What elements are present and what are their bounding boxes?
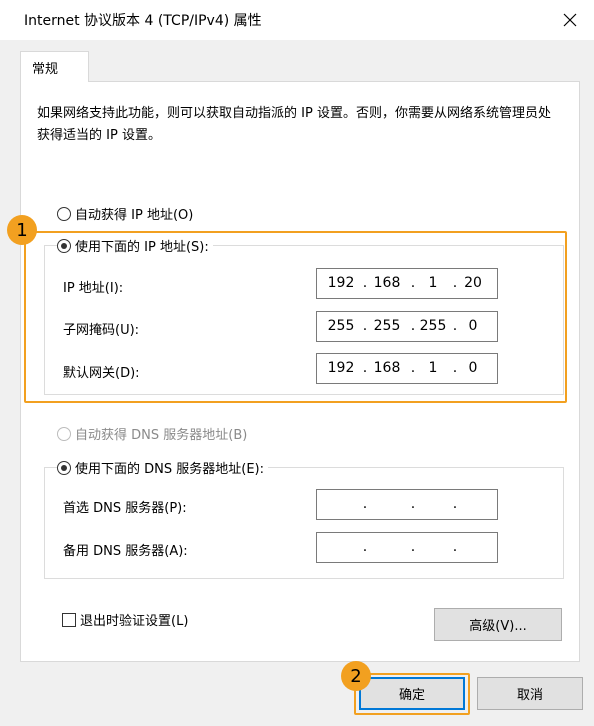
ip-manual-label: 使用下面的 IP 地址(S): <box>75 240 209 255</box>
ok-button[interactable]: 确定 <box>359 677 465 710</box>
ok-button-label: 确定 <box>398 688 425 703</box>
default-gateway-input[interactable]: 192 . 168 . 1 . 0 <box>316 353 498 384</box>
ip-dot: . <box>410 496 416 512</box>
ip-dot: . <box>362 275 368 291</box>
subnet-mask-input[interactable]: 255 . 255 . 255 . 0 <box>316 311 498 342</box>
dns-manual-label: 使用下面的 DNS 服务器地址(E): <box>75 462 264 477</box>
ip-octet: 0 <box>468 360 478 376</box>
ip-dot: . <box>362 496 368 512</box>
alternate-dns-input[interactable]: . . . <box>316 532 498 563</box>
ip-octet: 168 <box>373 360 401 376</box>
ip-octet: 255 <box>373 318 401 334</box>
dns-manual-option[interactable]: 使用下面的 DNS 服务器地址(E): <box>57 458 268 477</box>
preferred-dns-input[interactable]: . . . <box>316 489 498 520</box>
annotation-badge-1: 1 <box>7 215 37 245</box>
ip-auto-option[interactable]: 自动获得 IP 地址(O) <box>57 204 193 223</box>
validate-settings-option[interactable]: 退出时验证设置(L) <box>62 610 188 629</box>
ip-octet: 0 <box>468 318 478 334</box>
ip-octet: 255 <box>327 318 355 334</box>
description-text: 如果网络支持此功能，则可以获取自动指派的 IP 设置。否则，你需要从网络系统管理… <box>37 106 551 143</box>
cancel-button-label: 取消 <box>516 688 543 703</box>
close-button[interactable] <box>558 8 582 32</box>
ip-dot: . <box>362 539 368 555</box>
advanced-button[interactable]: 高级(V)... <box>434 608 562 641</box>
close-icon <box>563 13 577 27</box>
ip-dot: . <box>362 360 368 376</box>
default-gateway-label: 默认网关(D): <box>63 366 140 381</box>
ip-octet: 192 <box>327 275 355 291</box>
ip-octet: 168 <box>373 275 401 291</box>
ip-dot: . <box>452 496 458 512</box>
ip-address-label: IP 地址(I): <box>63 281 124 296</box>
subnet-mask-label: 子网掩码(U): <box>63 323 140 338</box>
validate-settings-checkbox[interactable] <box>62 612 76 627</box>
ip-octet: 1 <box>428 275 438 291</box>
ip-dot: . <box>410 539 416 555</box>
ip-octet: 255 <box>419 318 447 334</box>
dns-manual-radio[interactable] <box>57 460 71 475</box>
dns-auto-label: 自动获得 DNS 服务器地址(B) <box>75 428 248 443</box>
annotation-badge-2: 2 <box>341 661 371 691</box>
dns-auto-option: 自动获得 DNS 服务器地址(B) <box>57 424 247 443</box>
preferred-dns-label: 首选 DNS 服务器(P): <box>63 501 187 516</box>
alternate-dns-label: 备用 DNS 服务器(A): <box>63 544 188 559</box>
cancel-button[interactable]: 取消 <box>477 677 583 710</box>
ip-manual-option[interactable]: 使用下面的 IP 地址(S): <box>57 236 213 255</box>
ip-octet: 192 <box>327 360 355 376</box>
ip-address-input[interactable]: 192 . 168 . 1 . 20 <box>316 268 498 299</box>
ip-auto-radio[interactable] <box>57 206 71 221</box>
tab-label: 常规 <box>32 62 59 77</box>
advanced-button-label: 高级(V)... <box>469 619 527 634</box>
ip-auto-label: 自动获得 IP 地址(O) <box>75 208 194 223</box>
ip-dot: . <box>452 539 458 555</box>
ip-dot: . <box>362 318 368 334</box>
window-title: Internet 协议版本 4 (TCP/IPv4) 属性 <box>24 13 262 29</box>
ip-octet: 1 <box>428 360 438 376</box>
validate-settings-label: 退出时验证设置(L) <box>80 614 189 629</box>
title-bar: Internet 协议版本 4 (TCP/IPv4) 属性 <box>0 0 594 40</box>
dns-auto-radio <box>57 426 71 441</box>
tab-general[interactable]: 常规 <box>20 51 89 82</box>
ip-manual-radio[interactable] <box>57 238 71 253</box>
ip-octet: 20 <box>464 275 482 291</box>
